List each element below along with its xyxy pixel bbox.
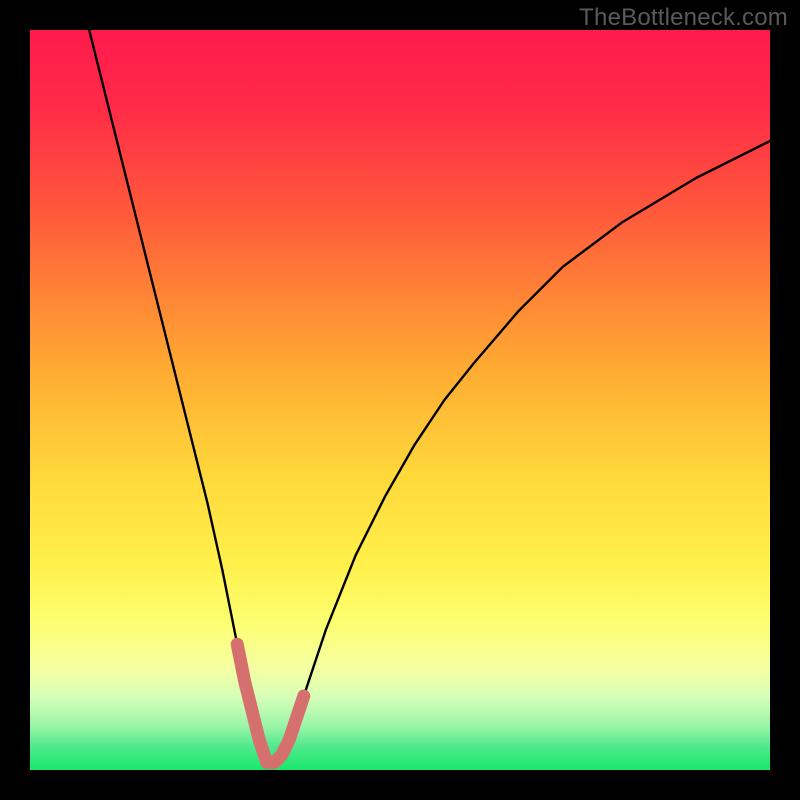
chart-svg — [30, 30, 770, 770]
optimal-region-highlight — [237, 644, 304, 762]
watermark-text: TheBottleneck.com — [579, 4, 788, 32]
outer-frame: TheBottleneck.com — [0, 0, 800, 800]
bottleneck-curve — [89, 30, 770, 763]
plot-area — [30, 30, 770, 770]
